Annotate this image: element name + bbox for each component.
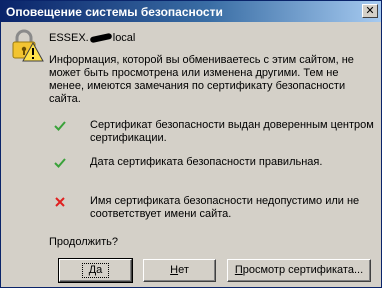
check-text: Имя сертификата безопасности недопустимо… [90, 195, 360, 220]
yes-button[interactable]: Да [58, 258, 133, 283]
redaction-mark [89, 32, 113, 44]
continue-prompt: Продолжить? [49, 236, 119, 248]
title-bar[interactable]: Оповещение системы безопасности ✕ [1, 1, 381, 22]
cross-icon [55, 197, 65, 207]
security-message: Информация, которой вы обмениваетесь с э… [49, 54, 354, 105]
security-alert-dialog: Оповещение системы безопасности ✕ ESSEX.… [0, 0, 382, 288]
close-icon: ✕ [365, 4, 375, 17]
dialog-title: Оповещение системы безопасности [6, 5, 223, 19]
check-icon [54, 121, 66, 131]
padlock-warning-icon [12, 29, 44, 62]
check-text: Дата сертификата безопасности правильная… [90, 156, 323, 168]
site-hostname: ESSEX. local [49, 32, 135, 44]
close-button[interactable]: ✕ [362, 4, 378, 18]
check-text: Сертификат безопасности выдан доверенным… [90, 119, 374, 144]
hostname-suffix: local [112, 32, 136, 44]
hostname-prefix: ESSEX. [49, 32, 89, 44]
no-button[interactable]: Нет [143, 259, 216, 282]
check-icon [54, 158, 66, 168]
view-certificate-button[interactable]: Просмотр сертификата... [227, 259, 371, 282]
focus-rect: Да [81, 263, 110, 278]
